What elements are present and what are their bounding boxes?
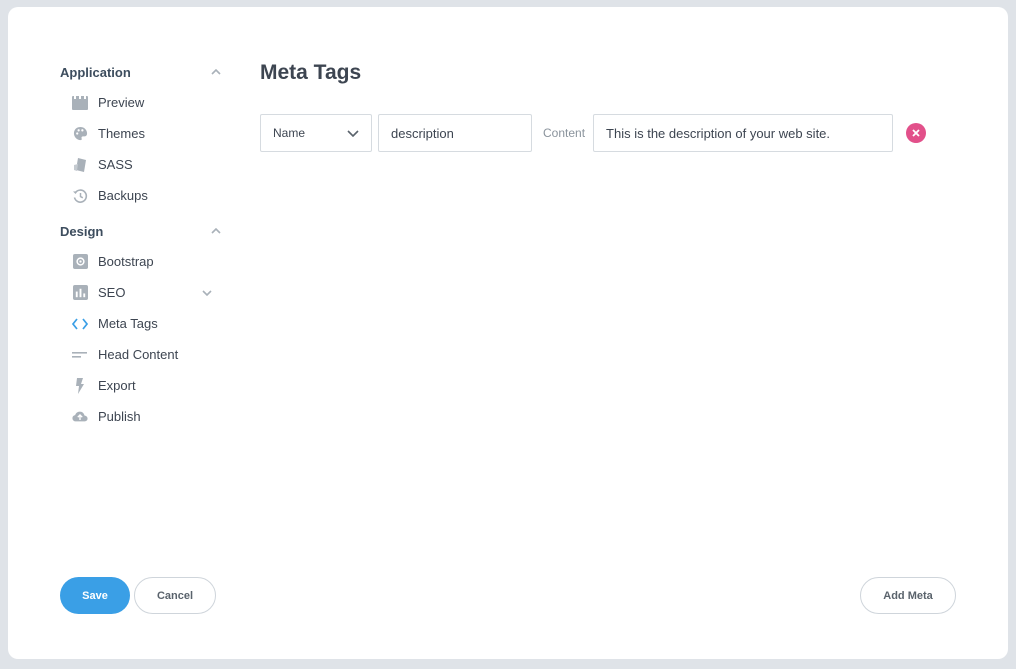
section-header-design[interactable]: Design — [60, 219, 225, 243]
sidebar-item-backups[interactable]: Backups — [60, 180, 225, 211]
save-button[interactable]: Save — [60, 577, 130, 614]
sidebar-item-label: Export — [98, 378, 136, 393]
section-title: Design — [60, 223, 104, 239]
sass-icon — [72, 157, 88, 173]
sidebar-item-label: Publish — [98, 409, 141, 424]
close-icon — [912, 124, 920, 142]
code-icon — [72, 316, 88, 332]
meta-name-value: description — [391, 125, 454, 141]
cancel-button[interactable]: Cancel — [134, 577, 216, 614]
sidebar-item-label: Backups — [98, 188, 148, 203]
sidebar-item-themes[interactable]: Themes — [60, 118, 225, 149]
meta-content-value: This is the description of your web site… — [606, 125, 831, 141]
lines-icon — [72, 347, 88, 363]
palette-icon — [72, 126, 88, 142]
sidebar-item-seo[interactable]: SEO — [60, 277, 225, 308]
sidebar-item-label: Bootstrap — [98, 254, 154, 269]
chevron-up-icon[interactable] — [208, 64, 224, 80]
meta-type-value: Name — [273, 126, 306, 140]
sidebar-item-label: Meta Tags — [98, 316, 158, 331]
meta-type-select[interactable]: Name — [260, 114, 372, 152]
nav-list-application: Preview Themes SASS Backups — [60, 87, 225, 211]
restore-icon — [72, 188, 88, 204]
add-meta-button[interactable]: Add Meta — [860, 577, 956, 614]
sidebar-item-head-content[interactable]: Head Content — [60, 339, 225, 370]
lightning-icon — [72, 377, 88, 394]
section-title: Application — [60, 64, 131, 80]
bar-chart-icon — [72, 285, 88, 301]
sidebar-item-preview[interactable]: Preview — [60, 87, 225, 118]
remove-meta-button[interactable] — [906, 123, 927, 143]
sidebar-item-label: Themes — [98, 126, 145, 141]
sidebar: Application Preview Themes SASS Backups … — [60, 60, 225, 440]
section-header-application[interactable]: Application — [60, 60, 225, 84]
meta-name-input[interactable]: description — [378, 114, 532, 152]
content-label: Content — [543, 126, 586, 140]
sidebar-item-export[interactable]: Export — [60, 370, 225, 401]
sidebar-item-meta-tags[interactable]: Meta Tags — [60, 308, 225, 339]
settings-panel: Application Preview Themes SASS Backups … — [8, 7, 1008, 659]
gear-icon — [72, 254, 88, 270]
meta-tag-row: Name description Content This is the des… — [260, 114, 927, 152]
sidebar-item-label: SEO — [98, 285, 126, 300]
chevron-up-icon[interactable] — [208, 223, 224, 239]
sidebar-item-sass[interactable]: SASS — [60, 149, 225, 180]
film-icon — [72, 95, 88, 111]
sidebar-item-label: Preview — [98, 95, 145, 110]
cloud-upload-icon — [72, 409, 88, 425]
meta-content-input[interactable]: This is the description of your web site… — [593, 114, 894, 152]
main-content: Meta Tags Name description Content This … — [260, 60, 927, 152]
sidebar-item-publish[interactable]: Publish — [60, 401, 225, 432]
sidebar-item-label: Head Content — [98, 347, 179, 362]
chevron-down-icon — [347, 126, 359, 140]
sidebar-item-bootstrap[interactable]: Bootstrap — [60, 246, 225, 277]
nav-list-design: Bootstrap SEO Meta Tags Head Content Exp… — [60, 246, 225, 432]
chevron-down-icon[interactable] — [199, 285, 215, 301]
sidebar-item-label: SASS — [98, 157, 133, 172]
page-title: Meta Tags — [260, 61, 362, 84]
